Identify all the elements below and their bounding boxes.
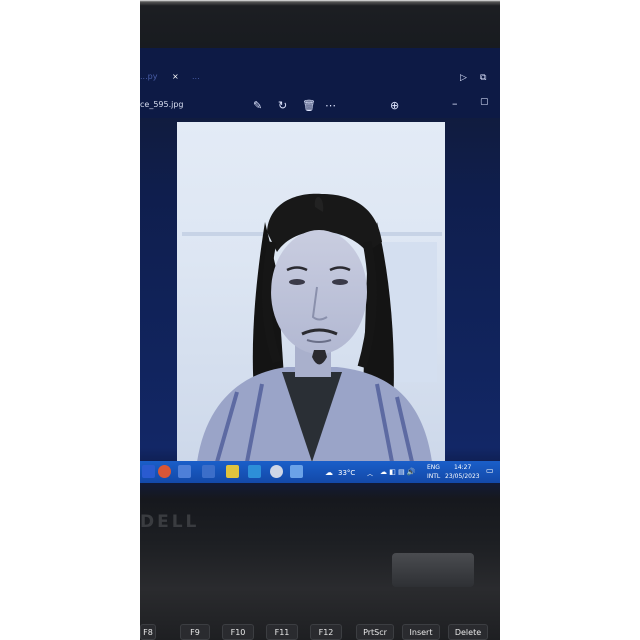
delete-icon[interactable]: 🗑 [302, 100, 316, 111]
dell-logo: DELL [140, 512, 200, 532]
chat-icon[interactable] [270, 465, 283, 478]
editor-tab-2[interactable]: ... [192, 72, 200, 81]
split-icon[interactable]: ⧉ [480, 74, 486, 83]
folder-icon[interactable] [226, 465, 239, 478]
language-indicator-line2[interactable]: INTL [427, 473, 440, 480]
key-f8[interactable]: F8 [140, 624, 156, 640]
vscode-icon[interactable] [248, 465, 261, 478]
tray-chevron-icon[interactable]: ︿ [367, 469, 373, 478]
clock-date[interactable]: 23/05/2023 [445, 473, 480, 480]
rotate-icon[interactable]: ↻ [278, 100, 287, 111]
store-icon[interactable] [178, 465, 191, 478]
app-icon[interactable] [202, 465, 215, 478]
editor-tab-1[interactable]: ...py [140, 72, 157, 81]
photos-icon[interactable] [290, 465, 303, 478]
edit-icon[interactable]: ✎ [253, 100, 262, 111]
key-f12[interactable]: F12 [310, 624, 342, 640]
notification-icon[interactable]: ▭ [486, 466, 494, 475]
browser-icon[interactable] [158, 465, 171, 478]
maximize-icon[interactable]: ▢ [480, 98, 489, 107]
weather-icon[interactable]: ☁ [325, 468, 333, 477]
photo: ...py × ... ▷ ⧉ ce_595.jpg ✎ ↻ 🗑 ⋯ ⊕ – ▢ [140, 0, 500, 640]
zoom-icon[interactable]: ⊕ [390, 100, 399, 111]
tray-icons[interactable]: ☁ ◧ ▤ 🔊 [380, 468, 416, 476]
more-icon[interactable]: ⋯ [325, 100, 336, 111]
portrait-illustration [182, 193, 442, 462]
key-insert[interactable]: Insert [402, 624, 440, 640]
laptop-top-bezel [140, 0, 500, 48]
laptop-hinge [392, 553, 474, 587]
language-indicator-line1[interactable]: ENG [427, 464, 440, 471]
key-prtscr[interactable]: PrtScr [356, 624, 394, 640]
key-f11[interactable]: F11 [266, 624, 298, 640]
displayed-photo [177, 122, 445, 462]
minimize-icon[interactable]: – [452, 98, 458, 109]
image-viewer-titlebar [140, 48, 500, 118]
play-icon[interactable]: ▷ [460, 74, 467, 83]
viewer-filename: ce_595.jpg [140, 100, 184, 109]
key-delete[interactable]: Delete [448, 624, 488, 640]
close-icon[interactable]: × [172, 72, 179, 81]
key-f9[interactable]: F9 [180, 624, 210, 640]
clock-time[interactable]: 14:27 [454, 464, 471, 471]
start-icon[interactable] [142, 465, 155, 478]
weather-temp[interactable]: 33°C [338, 469, 355, 477]
key-f10[interactable]: F10 [222, 624, 254, 640]
